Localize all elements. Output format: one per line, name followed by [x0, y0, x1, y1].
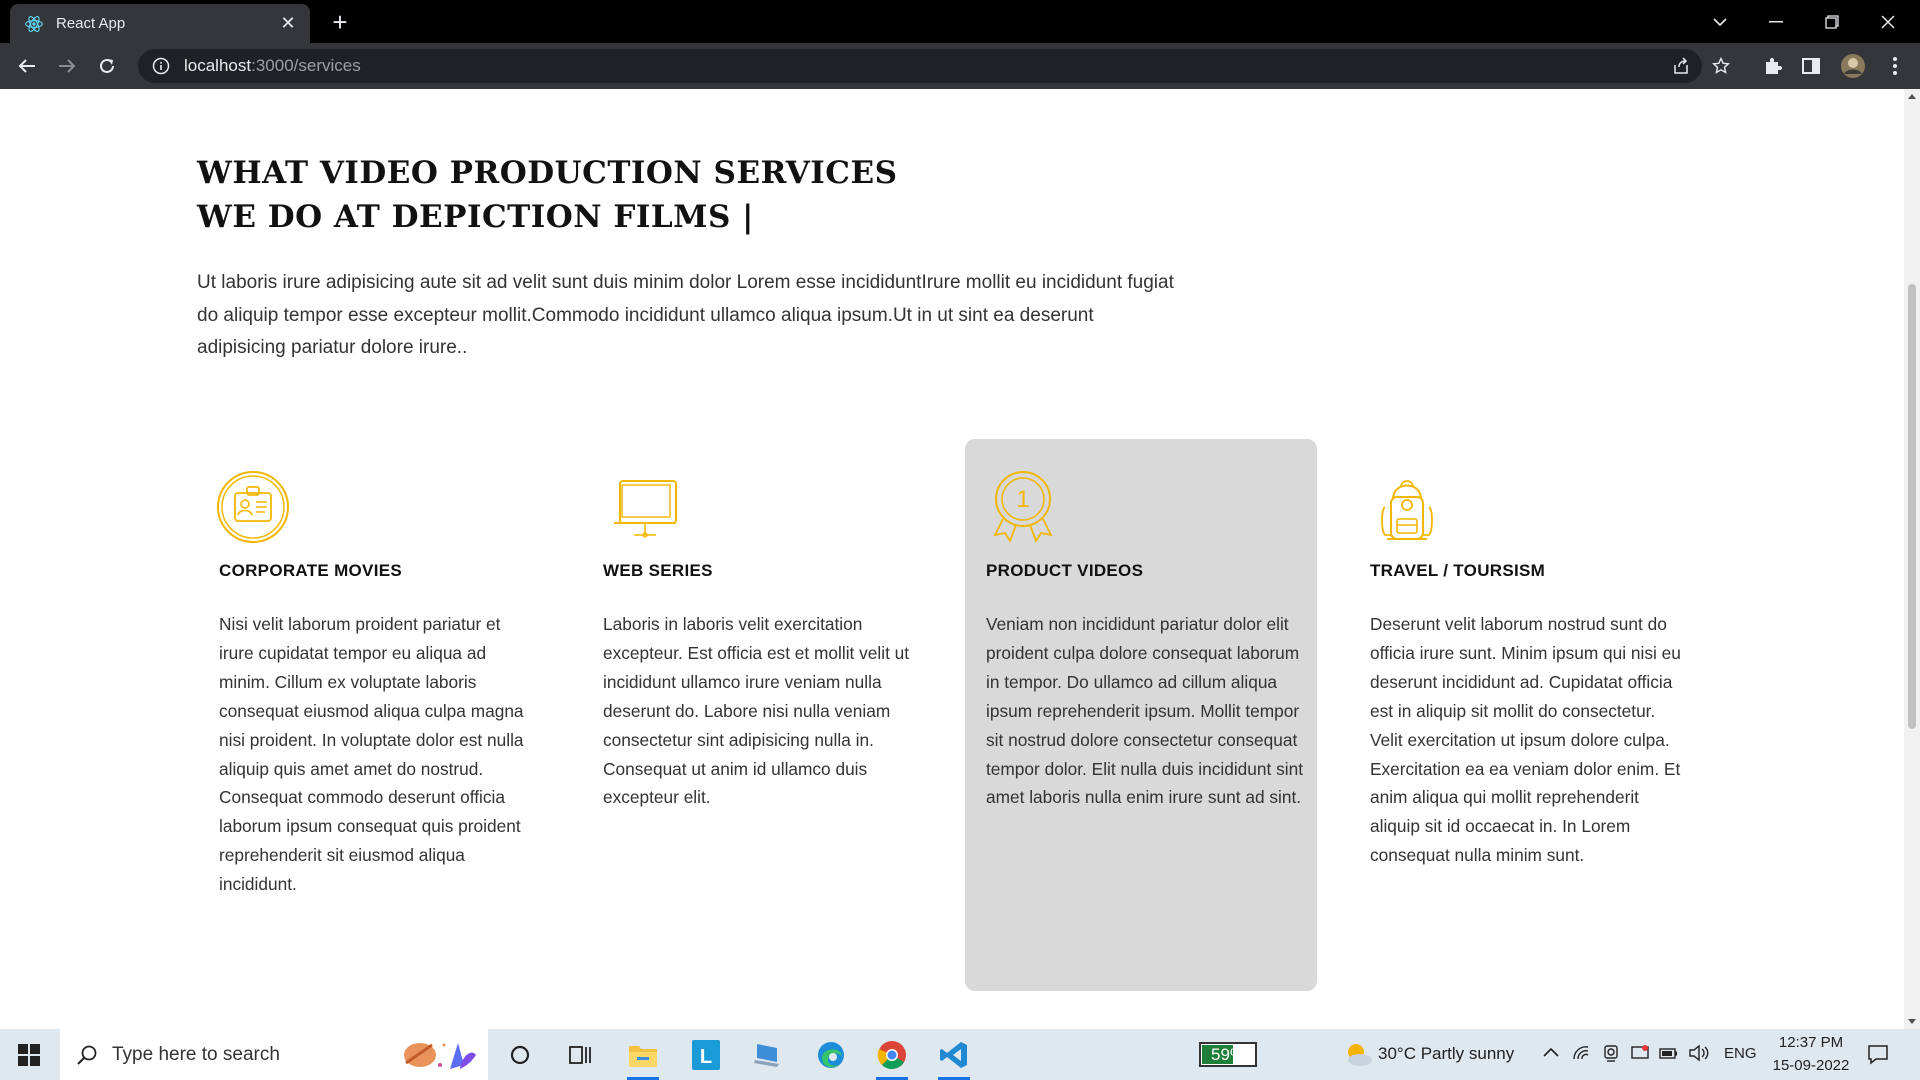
backpack-icon — [1381, 480, 1433, 540]
service-card-product-videos[interactable]: 1 PRODUCT VIDEOS Veniam non incididunt p… — [965, 439, 1317, 991]
chevron-up-icon[interactable] — [1543, 1046, 1559, 1058]
reload-button[interactable] — [92, 51, 122, 81]
scroll-up-arrow-icon[interactable] — [1908, 94, 1916, 99]
share-icon[interactable] — [1672, 57, 1690, 75]
service-description: Veniam non incididunt pariatur dolor eli… — [986, 614, 1303, 808]
weather-text[interactable]: 30°C Partly sunny — [1378, 1044, 1514, 1064]
language-indicator[interactable]: ENG — [1724, 1045, 1757, 1062]
services-heading: WHAT VIDEO PRODUCTION SERVICES WE DO AT … — [197, 151, 897, 239]
forward-button[interactable] — [52, 51, 82, 81]
scrollbar-thumb[interactable] — [1908, 284, 1916, 729]
back-button[interactable] — [12, 51, 42, 81]
page-scrollbar[interactable] — [1904, 89, 1920, 1029]
service-card-web-series[interactable]: WEB SERIES Laboris in laboris velit exer… — [582, 439, 934, 991]
page-viewport: WHAT VIDEO PRODUCTION SERVICES WE DO AT … — [0, 89, 1904, 1029]
side-panel-icon[interactable] — [1800, 55, 1822, 77]
new-tab-button[interactable]: + — [325, 7, 355, 37]
bookmark-star-icon[interactable] — [1712, 57, 1730, 75]
search-icon — [77, 1045, 97, 1065]
partly-sunny-weather-icon[interactable] — [1342, 1040, 1374, 1068]
wifi-icon[interactable] — [1571, 1043, 1591, 1063]
edge-browser-icon[interactable] — [811, 1037, 851, 1073]
taskbar-search-box[interactable]: Type here to search — [60, 1029, 488, 1080]
file-explorer-icon[interactable] — [623, 1037, 663, 1080]
heading-line-1: WHAT VIDEO PRODUCTION SERVICES — [197, 155, 898, 191]
windows-taskbar: Type here to search L 59% 30°C Partly su… — [0, 1029, 1920, 1080]
task-view-icon[interactable] — [560, 1037, 600, 1073]
service-title: WEB SERIES — [603, 561, 713, 580]
scroll-down-arrow-icon[interactable] — [1908, 1019, 1916, 1024]
url-host: localhost — [184, 56, 252, 75]
intro-paragraph: Ut laboris irure adipisicing aute sit ad… — [197, 272, 1174, 358]
browser-tab-bar: React App ✕ + — [0, 0, 1920, 43]
battery-indicator[interactable]: 59% — [1199, 1042, 1257, 1067]
close-tab-icon[interactable]: ✕ — [278, 13, 298, 34]
service-description: Laboris in laboris velit exercitation ex… — [603, 614, 910, 808]
clock-time[interactable]: 12:37 PM — [1777, 1034, 1845, 1051]
chrome-browser-icon[interactable] — [872, 1037, 912, 1080]
laptop-app-icon[interactable] — [748, 1037, 788, 1073]
service-card-travel-tourism[interactable]: TRAVEL / TOURSISM Deserunt velit laborum… — [1349, 439, 1701, 991]
notifications-icon[interactable] — [1866, 1042, 1890, 1066]
windows-start-icon[interactable] — [18, 1044, 40, 1066]
close-window-button[interactable] — [1860, 0, 1916, 43]
search-highlight-art-icon — [404, 1043, 476, 1069]
site-info-icon[interactable] — [152, 57, 170, 75]
heading-line-2: WE DO AT DEPICTION FILMS | — [197, 199, 754, 235]
libreoffice-icon[interactable]: L — [686, 1037, 726, 1073]
browser-menu-icon[interactable] — [1884, 55, 1906, 77]
monitor-icon — [614, 480, 677, 538]
browser-tab[interactable]: React App ✕ — [10, 4, 310, 43]
webcam-icon[interactable] — [1601, 1043, 1621, 1063]
url-path: :3000/services — [251, 56, 361, 75]
profile-avatar[interactable] — [1840, 53, 1866, 79]
battery-power-icon[interactable] — [1658, 1043, 1680, 1063]
svg-text:L: L — [700, 1046, 712, 1068]
search-placeholder: Type here to search — [112, 1043, 280, 1065]
vscode-icon[interactable] — [934, 1037, 974, 1080]
tab-title: React App — [56, 15, 126, 32]
service-title: CORPORATE MOVIES — [219, 561, 403, 580]
id-badge-icon — [217, 471, 289, 543]
volume-icon[interactable] — [1688, 1043, 1710, 1063]
display-notification-icon[interactable] — [1630, 1043, 1650, 1063]
svg-text:1: 1 — [1016, 486, 1029, 513]
browser-toolbar: localhost:3000/services — [0, 43, 1920, 89]
service-title: TRAVEL / TOURSISM — [1370, 561, 1546, 580]
award-medal-icon: 1 — [993, 471, 1053, 544]
service-title: PRODUCT VIDEOS — [986, 561, 1144, 580]
clock-date[interactable]: 15-09-2022 — [1770, 1057, 1852, 1074]
address-bar[interactable]: localhost:3000/services — [138, 49, 1730, 83]
service-description: Deserunt velit laborum nostrud sunt do o… — [1370, 614, 1681, 866]
service-description: Nisi velit laborum proident pariatur et … — [219, 614, 524, 895]
service-card-corporate-movies[interactable]: CORPORATE MOVIES Nisi velit laborum proi… — [198, 439, 550, 991]
react-logo-icon — [25, 15, 43, 32]
extensions-puzzle-icon[interactable] — [1762, 55, 1784, 77]
cortana-icon[interactable] — [500, 1037, 540, 1073]
minimize-button[interactable] — [1748, 0, 1804, 43]
battery-percent: 59% — [1210, 1045, 1246, 1064]
restore-button[interactable] — [1804, 0, 1860, 43]
tab-search-icon[interactable] — [1692, 0, 1748, 43]
